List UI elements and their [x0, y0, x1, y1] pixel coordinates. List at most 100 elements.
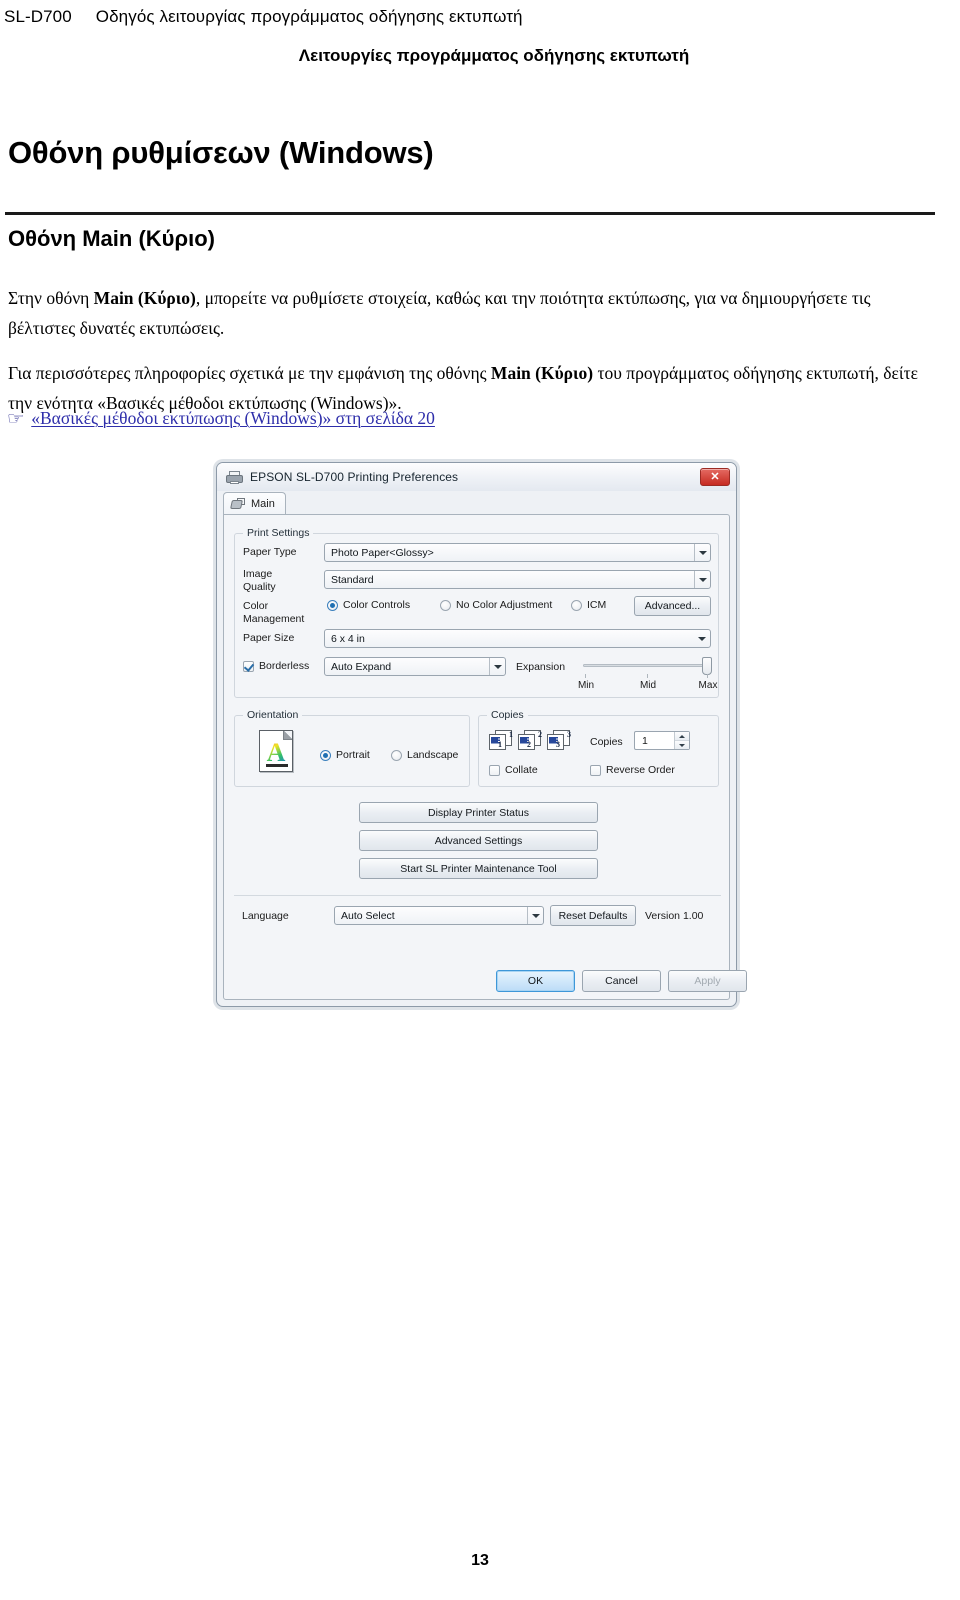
printer-icon [226, 470, 243, 484]
section-heading: Οθόνη Main (Κύριο) [8, 226, 215, 251]
radio-no-color-adjustment[interactable]: No Color Adjustment [440, 599, 552, 611]
cross-reference-link[interactable]: «Βασικές μέθοδοι εκτύπωσης (Windows)» στ… [31, 408, 435, 429]
radio-icm[interactable]: ICM [571, 599, 606, 611]
stepper-arrows[interactable] [674, 732, 689, 749]
slider-tick-min [585, 674, 586, 678]
page-number: 13 [471, 1552, 489, 1569]
expansion-slider-track[interactable] [583, 664, 711, 667]
image-quality-label-line1: Image [243, 568, 273, 580]
color-management-label-line1: Color [243, 600, 269, 612]
printer-tab-icon [230, 497, 246, 510]
copies-stack-number-inner: 2 [527, 740, 531, 749]
copies-group: Copies 1 1 2 2 3 3 Copies 1 Collate Reve… [478, 709, 719, 787]
copies-field-label: Copies [590, 736, 623, 748]
checkbox-indicator [489, 764, 500, 776]
dialog-title: EPSON SL-D700 Printing Preferences [250, 470, 459, 484]
tab-panel-main: Print Settings Paper Type Photo Paper<Gl… [223, 514, 730, 1000]
start-maintenance-tool-button[interactable]: Start SL Printer Maintenance Tool [359, 858, 598, 879]
radio-landscape-label: Landscape [407, 749, 459, 761]
copies-stack-number-inner: 1 [498, 740, 502, 749]
image-quality-label-line2: Quality [243, 581, 276, 593]
page-title: Οθόνη ρυθμίσεων (Windows) [8, 135, 434, 170]
reverse-order-checkbox[interactable]: Reverse Order [590, 764, 675, 776]
version-text: Version 1.00 [645, 910, 704, 922]
orientation-preview-icon: A [259, 730, 293, 772]
reset-defaults-button[interactable]: Reset Defaults [550, 905, 636, 926]
paper-size-label: Paper Size [243, 632, 295, 644]
chevron-down-icon [694, 630, 710, 647]
collate-label: Collate [505, 764, 538, 776]
collate-checkbox[interactable]: Collate [489, 764, 538, 776]
copies-group-label: Copies [487, 709, 528, 721]
reverse-order-label: Reverse Order [606, 764, 675, 776]
radio-landscape[interactable]: Landscape [391, 749, 458, 761]
slider-tick-mid [647, 674, 648, 678]
radio-indicator [327, 599, 338, 611]
paragraph-one-part-a: Στην οθόνη [8, 288, 94, 308]
borderless-checkbox[interactable]: Borderless [243, 660, 309, 672]
tab-strip: Main [223, 492, 730, 514]
language-label: Language [242, 910, 289, 922]
cross-reference[interactable]: ☞ «Βασικές μέθοδοι εκτύπωσης (Windows)» … [6, 408, 435, 429]
radio-indicator [571, 599, 582, 611]
document-page: SL-D700 Οδηγός λειτουργίας προγράμματος … [0, 0, 960, 1600]
radio-indicator [440, 599, 451, 611]
paragraph-one-emphasis: Main (Κύριο) [93, 288, 196, 308]
radio-icm-label: ICM [587, 599, 607, 611]
chevron-down-icon [694, 571, 710, 588]
orientation-group-label: Orientation [243, 709, 303, 721]
language-combobox[interactable]: Auto Select [334, 906, 544, 925]
copies-stack-number-outer: 3 [567, 730, 571, 739]
copies-stack-number-inner: 3 [556, 740, 560, 749]
image-quality-combobox[interactable]: Standard [324, 570, 711, 589]
tab-main[interactable]: Main [223, 492, 286, 514]
stepper-up-icon[interactable] [675, 732, 689, 741]
language-value: Auto Select [341, 909, 395, 922]
stepper-down-icon[interactable] [675, 741, 689, 749]
radio-color-controls[interactable]: Color Controls [327, 599, 410, 611]
close-icon[interactable]: ✕ [700, 468, 730, 486]
chevron-down-icon [694, 544, 710, 561]
chevron-down-icon [489, 658, 505, 675]
expansion-slider-thumb[interactable] [702, 657, 712, 675]
advanced-settings-button[interactable]: Advanced Settings [359, 830, 598, 851]
paragraph-two-part-a: Για περισσότερες πληροφορίες σχετικά με … [8, 363, 491, 383]
slider-label-min: Min [577, 680, 595, 691]
display-printer-status-button[interactable]: Display Printer Status [359, 802, 598, 823]
ok-button[interactable]: OK [496, 970, 575, 992]
pointing-hand-icon: ☞ [6, 408, 25, 429]
document-section-subtitle: Λειτουργίες προγράμματος οδήγησης εκτυπω… [298, 46, 690, 65]
copies-stack-icon-3: 3 3 [547, 730, 571, 750]
image-quality-value: Standard [331, 573, 374, 586]
chevron-down-icon [527, 907, 543, 924]
document-model-code: SL-D700 [4, 7, 72, 26]
paper-type-label: Paper Type [243, 546, 297, 558]
heading-divider [5, 212, 935, 215]
borderless-method-value: Auto Expand [331, 660, 392, 673]
borderless-label: Borderless [259, 660, 310, 672]
dialog-titlebar: EPSON SL-D700 Printing Preferences ✕ [217, 463, 736, 491]
paper-type-combobox[interactable]: Photo Paper<Glossy> [324, 543, 711, 562]
copies-stack-icon-1: 1 1 [489, 730, 513, 750]
copies-stack-icon-2: 2 2 [518, 730, 542, 750]
slider-label-mid: Mid [639, 680, 657, 691]
document-header: SL-D700 Οδηγός λειτουργίας προγράμματος … [0, 0, 960, 34]
copies-stepper[interactable]: 1 [634, 731, 690, 750]
paper-size-combobox[interactable]: 6 x 4 in [324, 629, 711, 648]
radio-portrait[interactable]: Portrait [320, 749, 370, 761]
radio-indicator [320, 749, 331, 761]
advanced-button[interactable]: Advanced... [634, 596, 711, 616]
copies-stack-number-outer: 2 [538, 730, 542, 739]
apply-button: Apply [668, 970, 747, 992]
radio-portrait-label: Portrait [336, 749, 370, 761]
paper-type-value: Photo Paper<Glossy> [331, 546, 434, 559]
cancel-button[interactable]: Cancel [582, 970, 661, 992]
footer-divider [234, 895, 721, 896]
paragraph-two-emphasis: Main (Κύριο) [490, 363, 594, 383]
checkbox-indicator [243, 660, 254, 672]
color-management-label-line2: Management [243, 613, 305, 625]
radio-indicator [391, 749, 402, 761]
slider-tick-max [707, 674, 708, 678]
borderless-method-combobox[interactable]: Auto Expand [324, 657, 506, 676]
checkbox-indicator [590, 764, 601, 776]
